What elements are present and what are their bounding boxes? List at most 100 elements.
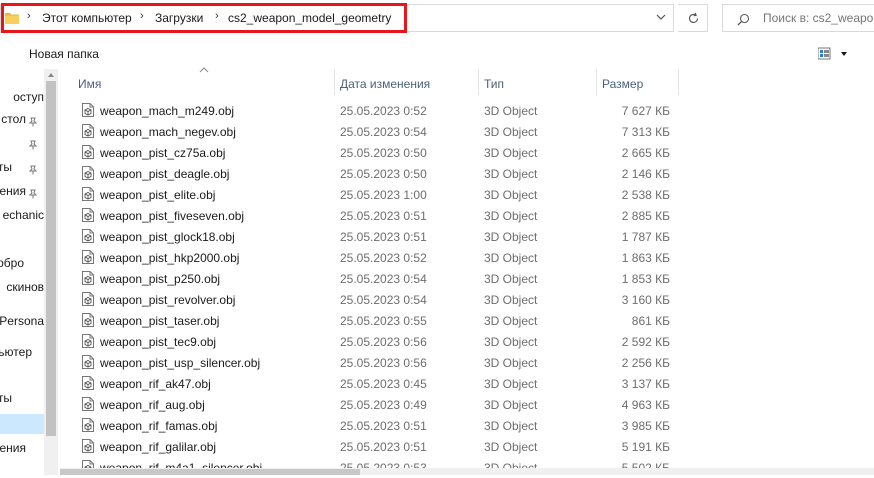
file-date: 25.05.2023 0:54: [340, 125, 427, 139]
file-type: 3D Object: [484, 398, 538, 412]
file-row[interactable]: weapon_mach_m249.obj 25.05.2023 0:52 3D Ob…: [72, 100, 678, 121]
file-date: 25.05.2023 0:50: [340, 146, 427, 160]
file-row[interactable]: weapon_pist_p250.obj 25.05.2023 0:54 3D Ob…: [72, 268, 678, 289]
file-date: 25.05.2023 0:50: [340, 167, 427, 181]
obj-file-icon: [82, 292, 94, 306]
obj-file-icon: [82, 418, 94, 432]
file-date: 25.05.2023 0:51: [340, 440, 427, 454]
file-type: 3D Object: [484, 440, 538, 454]
file-date: 25.05.2023 0:52: [340, 251, 427, 265]
file-name: weapon_pist_cz75a.obj: [100, 146, 226, 160]
column-header-type[interactable]: Тип: [478, 69, 596, 95]
file-row[interactable]: weapon_pist_elite.obj 25.05.2023 1:00 3D O…: [72, 184, 678, 205]
file-name: weapon_pist_hkp2000.obj: [100, 251, 240, 265]
nav-item-mechanic[interactable]: echanic: [0, 208, 44, 228]
search-box[interactable]: [722, 4, 874, 32]
file-type: 3D Object: [484, 125, 538, 139]
file-size: 2 146 КБ: [621, 167, 670, 181]
nav-item-downloads[interactable]: [0, 414, 44, 434]
obj-file-icon: [82, 124, 94, 138]
file-row[interactable]: weapon_pist_deagle.obj 25.05.2023 0:50 3D …: [72, 163, 678, 184]
file-row[interactable]: weapon_pist_usp_silencer.obj 25.05.2023 0…: [72, 352, 678, 373]
file-date: 25.05.2023 0:51: [340, 230, 427, 244]
refresh-button[interactable]: [678, 4, 708, 32]
file-date: 25.05.2023 0:49: [340, 398, 427, 412]
file-size: 7 627 КБ: [621, 104, 670, 118]
file-row[interactable]: weapon_pist_taser.obj 25.05.2023 0:55 3D O…: [72, 310, 678, 331]
file-row[interactable]: weapon_mach_negev.obj 25.05.2023 0:54 3D O…: [72, 121, 678, 142]
file-date: 25.05.2023 0:56: [340, 356, 427, 370]
file-row[interactable]: weapon_pist_cz75a.obj 25.05.2023 0:50 3D O…: [72, 142, 678, 163]
file-row[interactable]: weapon_pist_fiveseven.obj 25.05.2023 0:51…: [72, 205, 678, 226]
file-date: 25.05.2023 0:56: [340, 335, 427, 349]
file-size: 5 191 КБ: [621, 440, 670, 454]
column-header-name[interactable]: Имя: [72, 69, 334, 95]
file-type: 3D Object: [484, 377, 538, 391]
file-row[interactable]: weapon_rif_aug.obj 25.05.2023 0:49 3D Obje…: [72, 394, 678, 415]
file-name: weapon_pist_glock18.obj: [100, 230, 235, 244]
nav-item-quick-access[interactable]: оступ: [0, 90, 44, 110]
file-row[interactable]: weapon_rif_famas.obj 25.05.2023 0:51 3D Ob…: [72, 415, 678, 436]
nav-item-documents-2[interactable]: ты: [0, 391, 44, 411]
file-date: 25.05.2023 0:54: [340, 272, 427, 286]
file-type: 3D Object: [484, 314, 538, 328]
file-row[interactable]: weapon_rif_ak47.obj 25.05.2023 0:45 3D Obj…: [72, 373, 678, 394]
file-name: weapon_rif_ak47.obj: [100, 377, 211, 391]
obj-file-icon: [82, 271, 94, 285]
pin-icon: [28, 189, 38, 199]
file-type: 3D Object: [484, 209, 538, 223]
nav-scrollbar[interactable]: [44, 69, 58, 475]
file-name: weapon_pist_revolver.obj: [100, 293, 236, 307]
file-name: weapon_mach_negev.obj: [100, 125, 236, 139]
nav-item-dobro[interactable]: обро: [0, 256, 44, 276]
file-name: weapon_pist_tec9.obj: [100, 335, 217, 349]
obj-file-icon: [82, 376, 94, 390]
file-date: 25.05.2023 0:52: [340, 104, 427, 118]
file-row[interactable]: weapon_pist_hkp2000.obj 25.05.2023 0:52 3D…: [72, 247, 678, 268]
column-divider[interactable]: [678, 69, 679, 95]
file-size: 3 160 КБ: [621, 293, 670, 307]
nav-item-images-2[interactable]: ения: [0, 441, 44, 461]
file-name: weapon_rif_famas.obj: [100, 419, 218, 433]
new-folder-button[interactable]: Новая папка: [29, 47, 99, 61]
scroll-up-icon[interactable]: [47, 71, 55, 79]
file-date: 25.05.2023 0:51: [340, 209, 427, 223]
file-name: weapon_pist_elite.obj: [100, 188, 216, 202]
file-list: weapon_mach_m249.obj 25.05.2023 0:52 3D Ob…: [72, 100, 678, 478]
obj-file-icon: [82, 439, 94, 453]
file-type: 3D Object: [484, 104, 538, 118]
file-row[interactable]: weapon_rif_galilar.obj 25.05.2023 0:51 3D …: [72, 436, 678, 457]
obj-file-icon: [82, 397, 94, 411]
file-size: 1 853 КБ: [621, 272, 670, 286]
file-size: 2 538 КБ: [621, 188, 670, 202]
file-size: 861 КБ: [631, 314, 670, 328]
file-row[interactable]: weapon_pist_tec9.obj 25.05.2023 0:56 3D Ob…: [72, 331, 678, 352]
file-name: weapon_pist_usp_silencer.obj: [100, 356, 261, 370]
nav-item-skins[interactable]: скинов: [0, 280, 44, 300]
file-type: 3D Object: [484, 335, 538, 349]
file-name: weapon_pist_deagle.obj: [100, 167, 230, 181]
column-header-date[interactable]: Дата изменения: [334, 69, 478, 95]
file-row[interactable]: weapon_pist_revolver.obj 25.05.2023 0:54 3…: [72, 289, 678, 310]
file-type: 3D Object: [484, 272, 538, 286]
search-input[interactable]: [763, 11, 874, 25]
file-size: 2 665 КБ: [621, 146, 670, 160]
column-header-size[interactable]: Размер: [596, 69, 678, 95]
chevron-down-icon[interactable]: [655, 11, 667, 23]
file-name: weapon_pist_p250.obj: [100, 272, 221, 286]
obj-file-icon: [82, 229, 94, 243]
file-size: 3 137 КБ: [621, 377, 670, 391]
file-size: 7 313 КБ: [621, 125, 670, 139]
obj-file-icon: [82, 145, 94, 159]
view-options-icon[interactable]: [818, 46, 858, 62]
nav-scrollbar-thumb[interactable]: [46, 81, 56, 436]
pin-icon: [28, 165, 38, 175]
file-size: 1 787 КБ: [621, 230, 670, 244]
command-bar: Новая папка: [0, 37, 874, 69]
file-row[interactable]: weapon_pist_glock18.obj 25.05.2023 0:51 3D…: [72, 226, 678, 247]
file-type: 3D Object: [484, 251, 538, 265]
nav-item-this-pc[interactable]: ьютер: [0, 345, 44, 365]
horizontal-scrollbar-thumb[interactable]: [60, 469, 360, 475]
nav-item-personal[interactable]: Persona: [0, 314, 44, 334]
file-type: 3D Object: [484, 293, 538, 307]
